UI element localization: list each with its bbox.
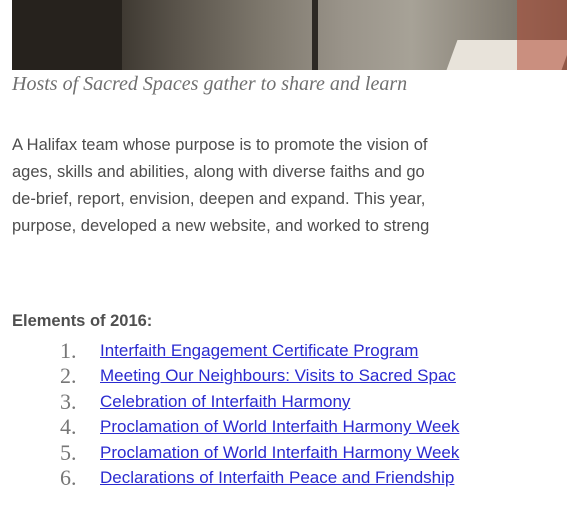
list-item: 3. Celebration of Interfaith Harmony [60,389,567,415]
element-link[interactable]: Celebration of Interfaith Harmony [100,392,350,412]
list-number: 1. [60,338,77,363]
paragraph-line: ages, skills and abilities, along with d… [12,163,425,181]
photo-dark-region [12,0,122,70]
elements-heading: Elements of 2016: [12,312,153,330]
element-link[interactable]: Meeting Our Neighbours: Visits to Sacred… [100,366,456,386]
element-link[interactable]: Declarations of Interfaith Peace and Fri… [100,468,454,488]
element-link[interactable]: Proclamation of World Interfaith Harmony… [100,443,459,463]
paragraph-line: de-brief, report, envision, deepen and e… [12,190,426,208]
list-number: 6. [60,465,77,491]
list-item: 6. Declarations of Interfaith Peace and … [60,465,567,492]
list-item: 1. Interfaith Engagement Certificate Pro… [60,338,567,364]
photo-chair-leg [312,0,318,70]
list-number: 4. [60,414,77,440]
list-item: 5. Proclamation of World Interfaith Harm… [60,440,567,466]
description-paragraph: A Halifax team whose purpose is to promo… [12,132,567,240]
paragraph-line: A Halifax team whose purpose is to promo… [12,136,428,154]
list-item: 2. Meeting Our Neighbours: Visits to Sac… [60,363,567,390]
photo-caption: Hosts of Sacred Spaces gather to share a… [12,73,408,95]
paragraph-line: purpose, developed a new website, and wo… [12,217,430,235]
elements-list: 1. Interfaith Engagement Certificate Pro… [60,338,567,491]
event-photo [12,0,567,70]
element-link[interactable]: Proclamation of World Interfaith Harmony… [100,417,459,437]
photo-red-region [517,0,567,70]
bottom-fade [0,503,567,517]
list-item: 4. Proclamation of World Interfaith Harm… [60,414,567,441]
list-number: 5. [60,439,77,465]
element-link[interactable]: Interfaith Engagement Certificate Progra… [100,341,418,361]
list-number: 2. [60,363,77,389]
list-number: 3. [60,388,77,414]
